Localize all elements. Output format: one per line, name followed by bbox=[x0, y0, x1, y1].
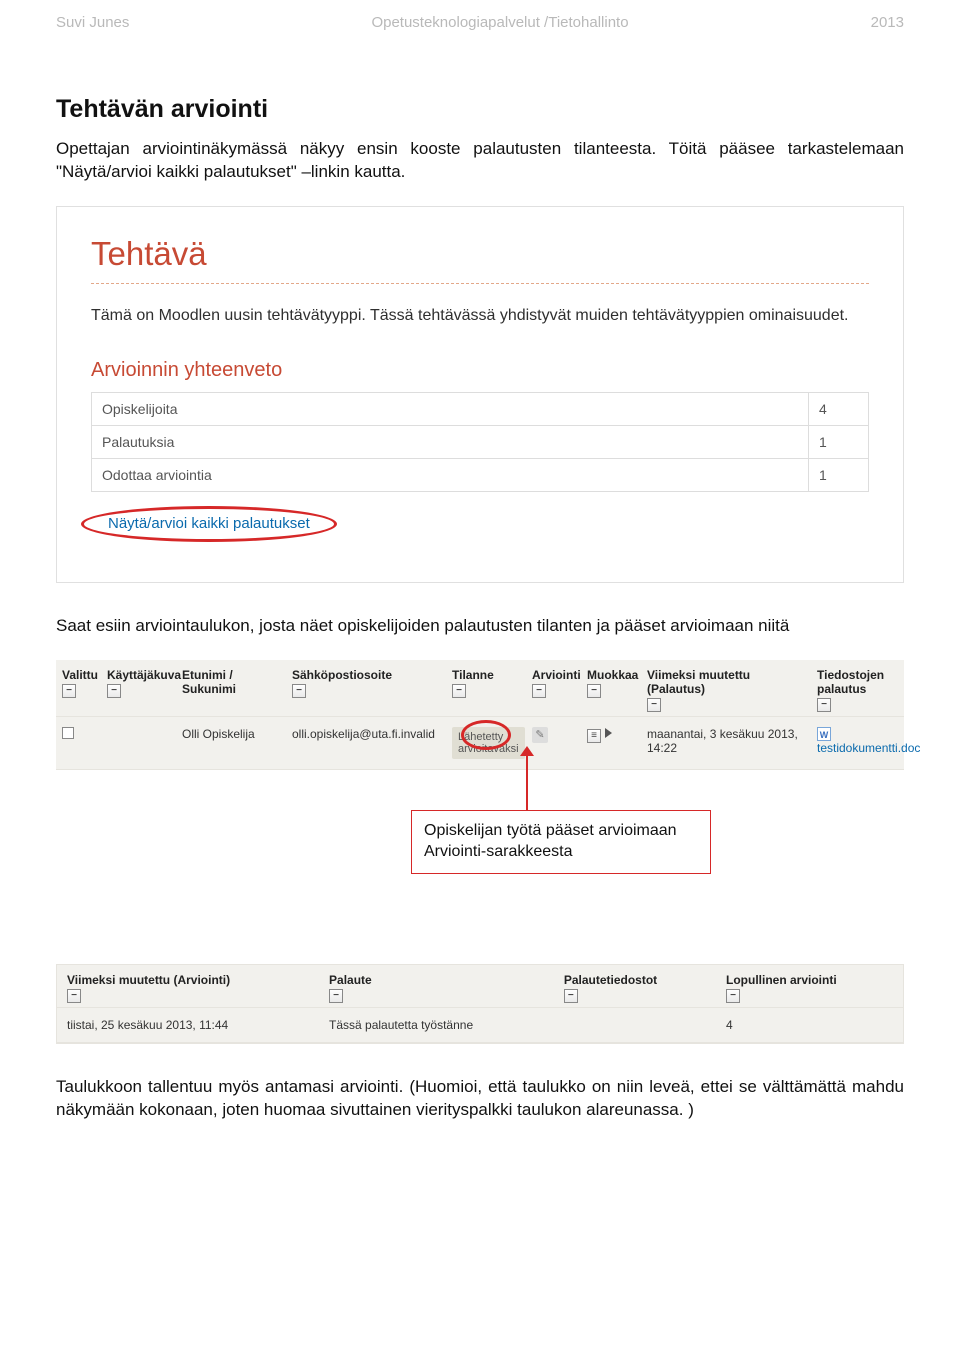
red-circle-annotation bbox=[461, 720, 511, 750]
header-author: Suvi Junes bbox=[56, 14, 129, 31]
collapse-icon[interactable]: − bbox=[726, 989, 740, 1003]
header-year: 2013 bbox=[871, 14, 904, 31]
word-file-icon: W bbox=[817, 727, 831, 741]
collapse-icon[interactable]: − bbox=[647, 698, 661, 712]
table-header-row: Viimeksi muutettu (Arviointi)− Palaute− … bbox=[57, 965, 903, 1008]
screenshot-grading-result: Viimeksi muutettu (Arviointi)− Palaute− … bbox=[56, 964, 904, 1044]
collapse-icon[interactable]: − bbox=[292, 684, 306, 698]
intro-paragraph: Opettajan arviointinäkymässä näkyy ensin… bbox=[56, 138, 904, 184]
page-header: Suvi Junes Opetusteknologiapalvelut /Tie… bbox=[0, 0, 960, 55]
tehtava-title: Tehtävä bbox=[91, 235, 869, 283]
summary-table: Opiskelijoita4 Palautuksia1 Odottaa arvi… bbox=[91, 392, 869, 492]
collapse-icon[interactable]: − bbox=[67, 989, 81, 1003]
table-row: tiistai, 25 kesäkuu 2013, 11:44 Tässä pa… bbox=[57, 1008, 903, 1043]
circled-link: Näytä/arvioi kaikki palautukset bbox=[81, 506, 337, 542]
final-grade: 4 bbox=[716, 1008, 903, 1043]
student-name: Olli Opiskelija bbox=[176, 717, 286, 770]
callout-box: Opiskelijan työtä pääset arvioimaan Arvi… bbox=[411, 810, 711, 874]
graded-date: tiistai, 25 kesäkuu 2013, 11:44 bbox=[57, 1008, 319, 1043]
collapse-icon[interactable]: − bbox=[564, 989, 578, 1003]
summary-row: Palautuksia1 bbox=[92, 426, 869, 459]
collapse-icon[interactable]: − bbox=[452, 684, 466, 698]
row-checkbox[interactable] bbox=[62, 727, 74, 739]
collapse-icon[interactable]: − bbox=[107, 684, 121, 698]
tehtava-desc: Tämä on Moodlen uusin tehtävätyyppi. Täs… bbox=[91, 304, 869, 327]
menu-caret-icon[interactable] bbox=[605, 728, 612, 738]
closing-paragraph: Taulukkoon tallentuu myös antamasi arvio… bbox=[56, 1076, 904, 1122]
collapse-icon[interactable]: − bbox=[329, 989, 343, 1003]
page-content: Tehtävän arviointi Opettajan arviointinä… bbox=[0, 95, 960, 1200]
doc-title: Tehtävän arviointi bbox=[56, 95, 904, 124]
summary-subtitle: Arvioinnin yhteenveto bbox=[91, 359, 869, 382]
collapse-icon[interactable]: − bbox=[587, 684, 601, 698]
collapse-icon[interactable]: − bbox=[532, 684, 546, 698]
divider bbox=[91, 283, 869, 284]
edit-icon[interactable]: ≡ bbox=[587, 729, 601, 743]
table-header-row: Valittu− Käyttäjäkuva− Etunimi / Sukunim… bbox=[56, 660, 904, 717]
collapse-icon[interactable]: − bbox=[62, 684, 76, 698]
summary-row: Odottaa arviointia1 bbox=[92, 459, 869, 492]
mid-paragraph: Saat esiin arviointaulukon, josta näet o… bbox=[56, 615, 904, 638]
arrow-line bbox=[526, 752, 528, 810]
view-grade-link[interactable]: Näytä/arvioi kaikki palautukset bbox=[108, 515, 310, 532]
submitted-date: maanantai, 3 kesäkuu 2013, 14:22 bbox=[641, 717, 811, 770]
student-email: olli.opiskelija@uta.fi.invalid bbox=[286, 717, 446, 770]
header-dept: Opetusteknologiapalvelut /Tietohallinto bbox=[371, 14, 628, 31]
file-name[interactable]: testidokumentti.doc bbox=[817, 741, 920, 755]
feedback-text: Tässä palautetta työstänne bbox=[319, 1008, 554, 1043]
screenshot-tehtava: Tehtävä Tämä on Moodlen uusin tehtävätyy… bbox=[56, 206, 904, 583]
screenshot-grading-table: Valittu− Käyttäjäkuva− Etunimi / Sukunim… bbox=[56, 660, 904, 770]
grade-icon[interactable]: ✎ bbox=[532, 727, 548, 743]
collapse-icon[interactable]: − bbox=[817, 698, 831, 712]
summary-row: Opiskelijoita4 bbox=[92, 393, 869, 426]
screenshot-grading-table-wrap: Valittu− Käyttäjäkuva− Etunimi / Sukunim… bbox=[56, 660, 904, 920]
